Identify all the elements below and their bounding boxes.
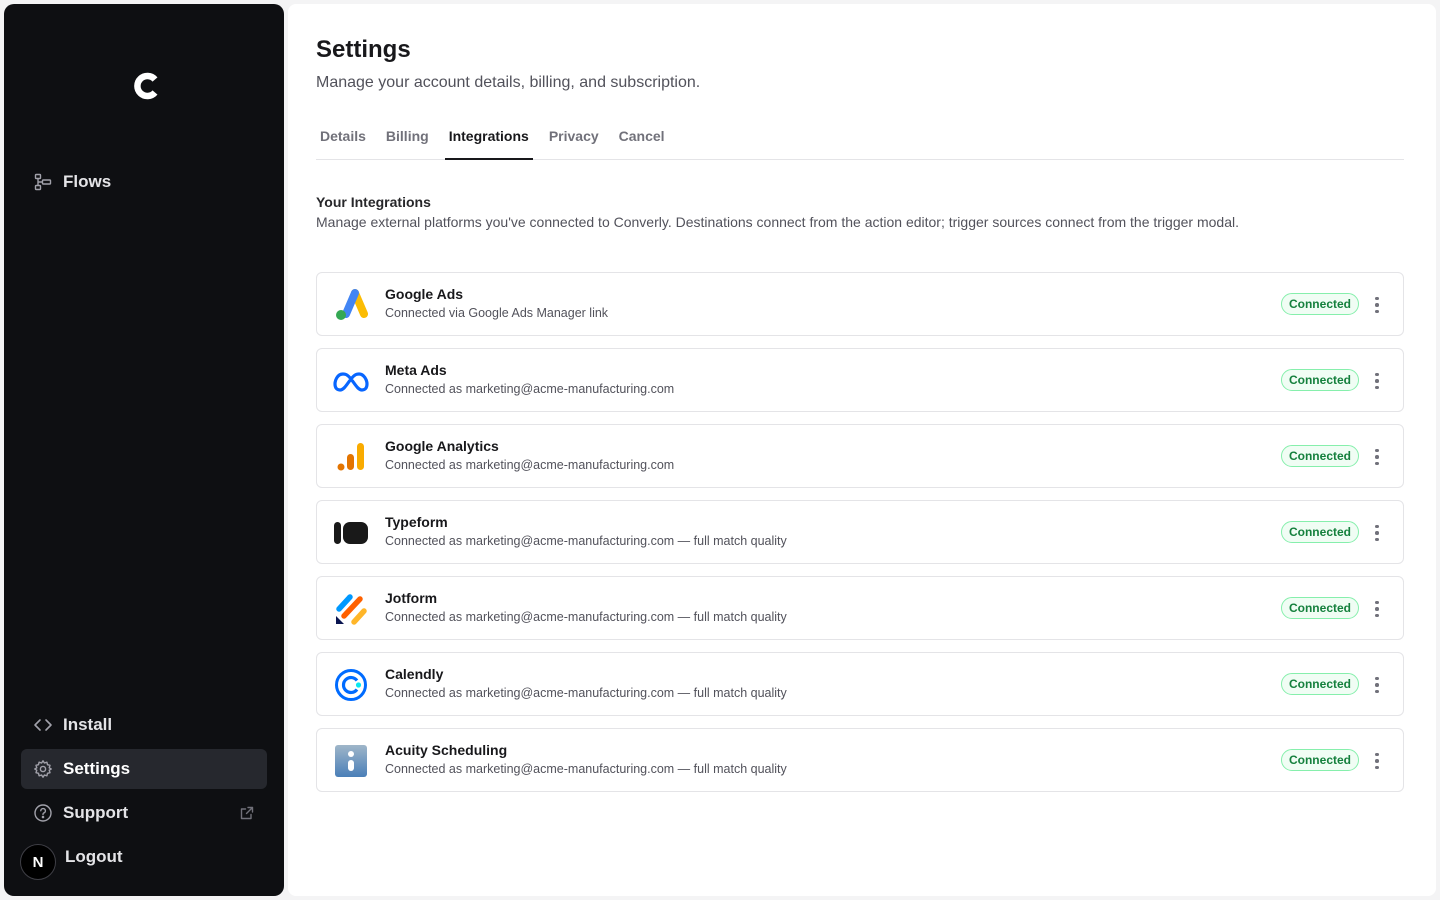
code-icon	[33, 715, 53, 735]
integration-name: Jotform	[385, 590, 438, 606]
flows-icon	[33, 172, 53, 192]
status-badge: Connected	[1280, 673, 1359, 695]
integration-detail: Connected as marketing@acme-manufacturin…	[385, 458, 675, 472]
status-badge: Connected	[1280, 521, 1359, 543]
status-badge: Connected	[1280, 369, 1359, 391]
google-analytics-icon	[333, 439, 369, 475]
acuity-icon	[333, 743, 369, 779]
gear-icon	[33, 759, 53, 779]
avatar-initial: N	[32, 853, 44, 871]
tab-privacy[interactable]: Privacy	[545, 120, 603, 160]
integration-card-jotform: Jotform Connected as marketing@acme-manu…	[316, 576, 1404, 640]
jotform-icon	[333, 591, 369, 627]
avatar[interactable]: N	[20, 844, 56, 880]
main-content: Settings Manage your account details, bi…	[288, 4, 1436, 896]
integration-card-acuity-scheduling: Acuity Scheduling Connected as marketing…	[316, 728, 1404, 792]
page-subtitle: Manage your account details, billing, an…	[316, 74, 701, 91]
tab-integrations[interactable]: Integrations	[444, 120, 533, 160]
tab-billing[interactable]: Billing	[382, 120, 433, 160]
integration-name: Acuity Scheduling	[385, 742, 508, 758]
help-circle-icon	[33, 803, 53, 823]
more-options-icon[interactable]	[1367, 369, 1387, 393]
more-options-icon[interactable]	[1367, 293, 1387, 317]
settings-tabs: Details Billing Integrations Privacy Can…	[316, 120, 1404, 160]
logout-button[interactable]: Logout	[21, 837, 267, 877]
sidebar-item-support[interactable]: Support	[21, 793, 267, 833]
typeform-icon	[333, 515, 369, 551]
section-title: Your Integrations	[316, 194, 431, 210]
integration-card-google-analytics: Google Analytics Connected as marketing@…	[316, 424, 1404, 488]
calendly-icon	[333, 667, 369, 703]
integration-name: Google Ads	[385, 286, 464, 302]
integration-detail: Connected as marketing@acme-manufacturin…	[385, 610, 787, 624]
integration-name: Google Analytics	[385, 438, 499, 454]
sidebar-item-label: Support	[63, 803, 129, 822]
more-options-icon[interactable]	[1367, 597, 1387, 621]
sidebar-item-install[interactable]: Install	[21, 705, 267, 745]
sidebar-item-flows[interactable]: Flows	[21, 162, 267, 202]
meta-icon	[333, 363, 369, 399]
converly-logo[interactable]	[128, 66, 168, 106]
tab-cancel[interactable]: Cancel	[615, 120, 669, 160]
status-badge: Connected	[1280, 749, 1359, 771]
more-options-icon[interactable]	[1367, 445, 1387, 469]
external-link-icon	[239, 805, 255, 821]
status-badge: Connected	[1280, 445, 1359, 467]
integration-detail: Connected as marketing@acme-manufacturin…	[385, 382, 675, 396]
google-ads-icon	[333, 287, 369, 323]
integration-name: Meta Ads	[385, 362, 447, 378]
converly-c-logo-icon	[134, 72, 158, 100]
integration-detail: Connected as marketing@acme-manufacturin…	[385, 534, 787, 548]
sidebar-item-settings[interactable]: Settings	[21, 749, 267, 789]
status-badge: Connected	[1280, 597, 1359, 619]
section-description: Manage external platforms you've connect…	[316, 214, 1239, 230]
logout-label: Logout	[65, 847, 123, 866]
more-options-icon[interactable]	[1367, 673, 1387, 697]
integration-card-calendly: Calendly Connected as marketing@acme-man…	[316, 652, 1404, 716]
more-options-icon[interactable]	[1367, 521, 1387, 545]
integration-detail: Connected via Google Ads Manager link	[385, 306, 609, 320]
integration-name: Calendly	[385, 666, 444, 682]
tab-details[interactable]: Details	[316, 120, 370, 160]
status-badge: Connected	[1280, 293, 1359, 315]
sidebar-item-label: Install	[63, 715, 113, 734]
sidebar: Flows Install Settings Support Logout N	[4, 4, 284, 896]
integration-card-typeform: Typeform Connected as marketing@acme-man…	[316, 500, 1404, 564]
integration-name: Typeform	[385, 514, 448, 530]
integration-detail: Connected as marketing@acme-manufacturin…	[385, 686, 787, 700]
page-title: Settings	[316, 36, 411, 63]
more-options-icon[interactable]	[1367, 749, 1387, 773]
sidebar-item-label: Settings	[63, 759, 131, 778]
integration-card-google-ads: Google Ads Connected via Google Ads Mana…	[316, 272, 1404, 336]
sidebar-item-label: Flows	[63, 172, 112, 191]
integration-detail: Connected as marketing@acme-manufacturin…	[385, 762, 787, 776]
integration-card-meta-ads: Meta Ads Connected as marketing@acme-man…	[316, 348, 1404, 412]
